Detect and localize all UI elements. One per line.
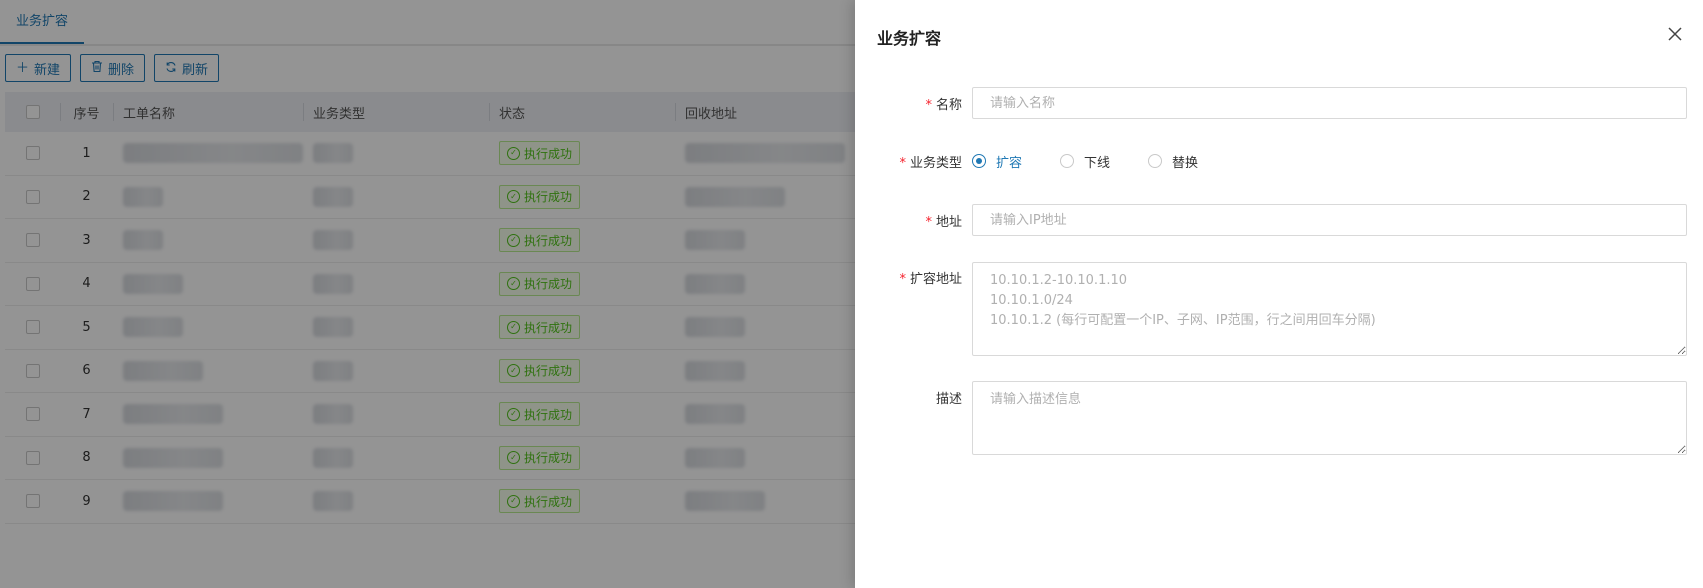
- biz-type-label: * 业务类型: [899, 156, 962, 171]
- name-input[interactable]: [972, 87, 1687, 119]
- required-mark: *: [925, 215, 932, 230]
- expand-address-label: * 扩容地址: [899, 272, 962, 287]
- radio-replace[interactable]: 替换: [1148, 152, 1198, 171]
- description-textarea[interactable]: [972, 381, 1687, 455]
- modal-overlay[interactable]: [0, 0, 855, 588]
- description-label: 描述: [935, 392, 962, 407]
- name-label: * 名称: [925, 98, 962, 113]
- radio-dot-selected: [972, 154, 986, 168]
- required-mark: *: [899, 156, 906, 171]
- radio-expand-label: 扩容: [996, 155, 1023, 171]
- drawer-title: 业务扩容: [877, 29, 942, 48]
- required-mark: *: [899, 272, 906, 287]
- radio-expand[interactable]: 扩容: [972, 152, 1022, 171]
- expand-address-textarea[interactable]: [972, 262, 1687, 356]
- radio-replace-label: 替换: [1172, 155, 1199, 171]
- address-label: * 地址: [925, 215, 962, 230]
- radio-dot: [1148, 154, 1163, 168]
- biz-type-radio-group: 扩容 下线 替换: [972, 151, 1236, 171]
- close-icon: [1668, 27, 1682, 41]
- required-mark: *: [925, 98, 932, 113]
- ip-address-input[interactable]: [972, 204, 1687, 236]
- expansion-drawer: 业务扩容 *名称 *业务类型 扩容 下线 替换: [855, 0, 1703, 588]
- radio-offline-label: 下线: [1084, 155, 1111, 171]
- close-button[interactable]: [1661, 20, 1689, 48]
- radio-offline[interactable]: 下线: [1060, 152, 1110, 171]
- radio-dot: [1060, 154, 1075, 168]
